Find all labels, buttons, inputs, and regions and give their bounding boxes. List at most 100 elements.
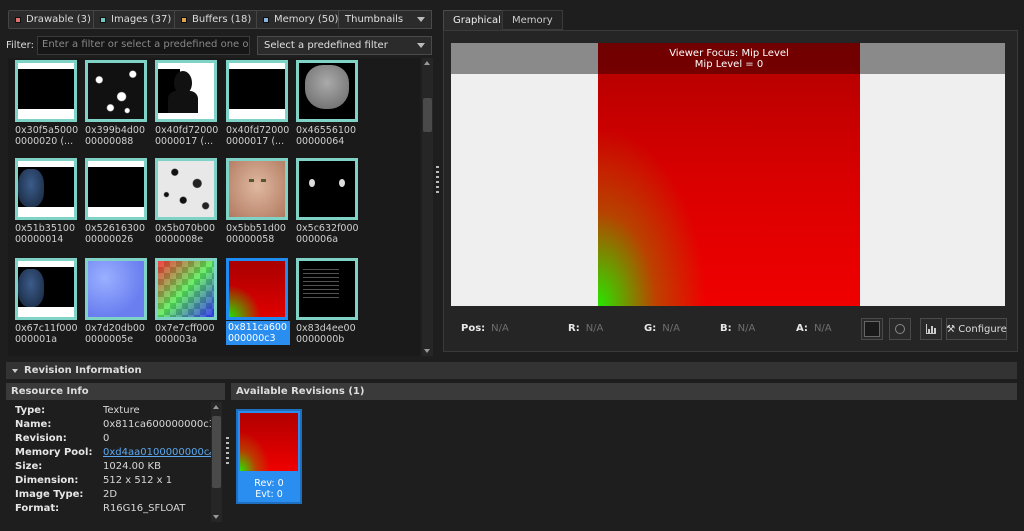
scroll-down-icon[interactable] [213, 515, 219, 519]
crosshair-icon [895, 324, 905, 334]
thumbnail-label: 0x40fd72000 0000017 (... [226, 125, 290, 147]
filter-input[interactable]: Enter a filter or select a predefined on… [37, 36, 250, 55]
tab-graphical[interactable]: Graphical [443, 10, 511, 30]
tab-buffers[interactable]: Buffers (18) [174, 10, 259, 29]
color-swatch-button[interactable] [861, 318, 883, 340]
thumbnail-item[interactable]: 0x7e7cff000 000003a [155, 258, 217, 345]
thumbnail-label: 0x67c11f000 000001a [15, 323, 78, 345]
images-color-swatch [100, 16, 106, 23]
memory-pool-link[interactable]: 0xd4aa0100000000c... [103, 446, 219, 460]
thumbnail-image [155, 258, 217, 320]
tab-memory-filter-label: Memory (50) [274, 14, 339, 25]
thumbnail-image [15, 258, 77, 320]
red-readout: R: N/A [568, 323, 604, 334]
thumbnail-item[interactable]: 0x40fd72000 0000017 (... [155, 60, 218, 147]
tab-memory-filter[interactable]: Memory (50) [256, 10, 346, 29]
mip-level-label: Mip Level = 0 [694, 59, 764, 70]
predefined-filter-value: Select a predefined filter [264, 40, 388, 51]
configure-button[interactable]: ⚒ Configure [946, 318, 1007, 340]
thumbnail-item[interactable]: 0x40fd72000 0000017 (... [226, 60, 290, 147]
thumbnail-image [155, 60, 217, 122]
thumbnail-image [296, 258, 358, 320]
resource-info-scrollbar[interactable] [211, 402, 222, 522]
thumbnail-image [296, 158, 358, 220]
scroll-thumb[interactable] [212, 416, 221, 488]
viewer-focus-label: Viewer Focus: Mip Level [669, 48, 789, 59]
wrench-icon: ⚒ [946, 323, 956, 335]
thumbnail-item[interactable]: 0x51b35100 00000014 [15, 158, 77, 245]
tab-drawable-label: Drawable (3) [26, 14, 91, 25]
thumbnail-label: 0x399b4d00 00000088 [85, 125, 145, 147]
revision-evt-label: Evt: 0 [255, 489, 283, 500]
tab-images[interactable]: Images (37) [93, 10, 179, 29]
thumbnail-label: 0x7e7cff000 000003a [155, 323, 215, 345]
available-revisions-header: Available Revisions (1) [231, 383, 1017, 400]
green-readout: G: N/A [644, 323, 680, 334]
thumbnail-item[interactable]: 0x399b4d00 00000088 [85, 60, 147, 147]
revision-rev-label: Rev: 0 [254, 478, 284, 489]
revision-item[interactable]: Rev: 0 Evt: 0 [236, 409, 302, 504]
revision-section-header[interactable]: Revision Information [6, 362, 1017, 379]
chevron-down-icon [417, 17, 425, 22]
thumbnail-image [85, 158, 147, 220]
histogram-button[interactable] [920, 318, 942, 340]
pos-readout: Pos: N/A [461, 323, 509, 334]
thumbnail-label: 0x5bb51d00 00000058 [226, 223, 286, 245]
tab-drawable[interactable]: Drawable (3) [8, 10, 98, 29]
texture-image [598, 43, 860, 306]
thumbnail-item-selected[interactable]: 0x811ca600 000000c3 [226, 258, 290, 345]
splitter-grip-icon[interactable] [436, 166, 439, 196]
tab-buffers-label: Buffers (18) [192, 14, 252, 25]
thumbnail-label: 0x30f5a5000 0000020 (... [15, 125, 79, 147]
memory-color-swatch [263, 16, 269, 23]
thumbnail-item[interactable]: 0x5bb51d00 00000058 [226, 158, 288, 245]
thumbnail-item[interactable]: 0x46556100 00000064 [296, 60, 358, 147]
alpha-readout: A: N/A [796, 323, 832, 334]
chevron-down-icon [12, 368, 18, 373]
thumbnail-label: 0x5c632f000 000006a [296, 223, 359, 245]
thumbnail-image [296, 60, 358, 122]
thumbnail-label: 0x7d20db00 0000005e [85, 323, 145, 345]
chevron-down-icon [417, 43, 425, 48]
thumbnail-image [226, 258, 288, 320]
tab-images-label: Images (37) [111, 14, 172, 25]
thumbnail-image [226, 158, 288, 220]
thumbnail-label: 0x52616300 00000026 [85, 223, 146, 245]
predefined-filter-select[interactable]: Select a predefined filter [257, 36, 432, 55]
scroll-thumb[interactable] [423, 98, 432, 132]
thumbnail-image [15, 60, 77, 122]
thumbnail-label: 0x5b070b00 0000008e [155, 223, 215, 245]
crosshair-button[interactable] [889, 318, 911, 340]
image-canvas[interactable]: Viewer Focus: Mip Level Mip Level = 0 [451, 43, 1005, 306]
thumbnail-item[interactable]: 0x52616300 00000026 [85, 158, 147, 245]
resource-info-header: Resource Info [6, 383, 225, 400]
drawable-color-swatch [15, 16, 21, 23]
revision-section-title: Revision Information [24, 365, 142, 376]
view-mode-value: Thumbnails [345, 14, 404, 25]
thumbnail-grid: 0x30f5a5000 0000020 (... 0x399b4d00 0000… [8, 58, 420, 356]
histogram-icon [926, 324, 936, 334]
thumbnail-item[interactable]: 0x83d4ee00 0000000b [296, 258, 358, 345]
thumbnail-image [15, 158, 77, 220]
thumbnail-item[interactable]: 0x7d20db00 0000005e [85, 258, 147, 345]
scroll-down-icon[interactable] [424, 349, 430, 353]
buffers-color-swatch [181, 16, 187, 23]
thumbnail-label: 0x83d4ee00 0000000b [296, 323, 356, 345]
thumbnail-label: 0x51b35100 00000014 [15, 223, 76, 245]
color-swatch [864, 321, 880, 337]
blue-readout: B: N/A [720, 323, 756, 334]
thumbnail-item[interactable]: 0x5c632f000 000006a [296, 158, 359, 245]
thumbnail-scrollbar[interactable] [422, 58, 433, 356]
view-mode-select[interactable]: Thumbnails [338, 10, 432, 29]
thumbnail-item[interactable]: 0x67c11f000 000001a [15, 258, 78, 345]
thumbnail-item[interactable]: 0x5b070b00 0000008e [155, 158, 217, 245]
splitter-grip-icon[interactable] [226, 437, 229, 467]
revision-thumbnail [240, 413, 298, 471]
resource-info-panel: Type: Texture Name: 0x811ca600000000c3 Rev… [6, 400, 225, 524]
thumbnail-label: 0x46556100 00000064 [296, 125, 357, 147]
revisions-panel [231, 400, 1017, 524]
tab-memory[interactable]: Memory [502, 10, 563, 30]
scroll-up-icon[interactable] [424, 61, 430, 65]
thumbnail-item[interactable]: 0x30f5a5000 0000020 (... [15, 60, 79, 147]
scroll-up-icon[interactable] [213, 405, 219, 409]
